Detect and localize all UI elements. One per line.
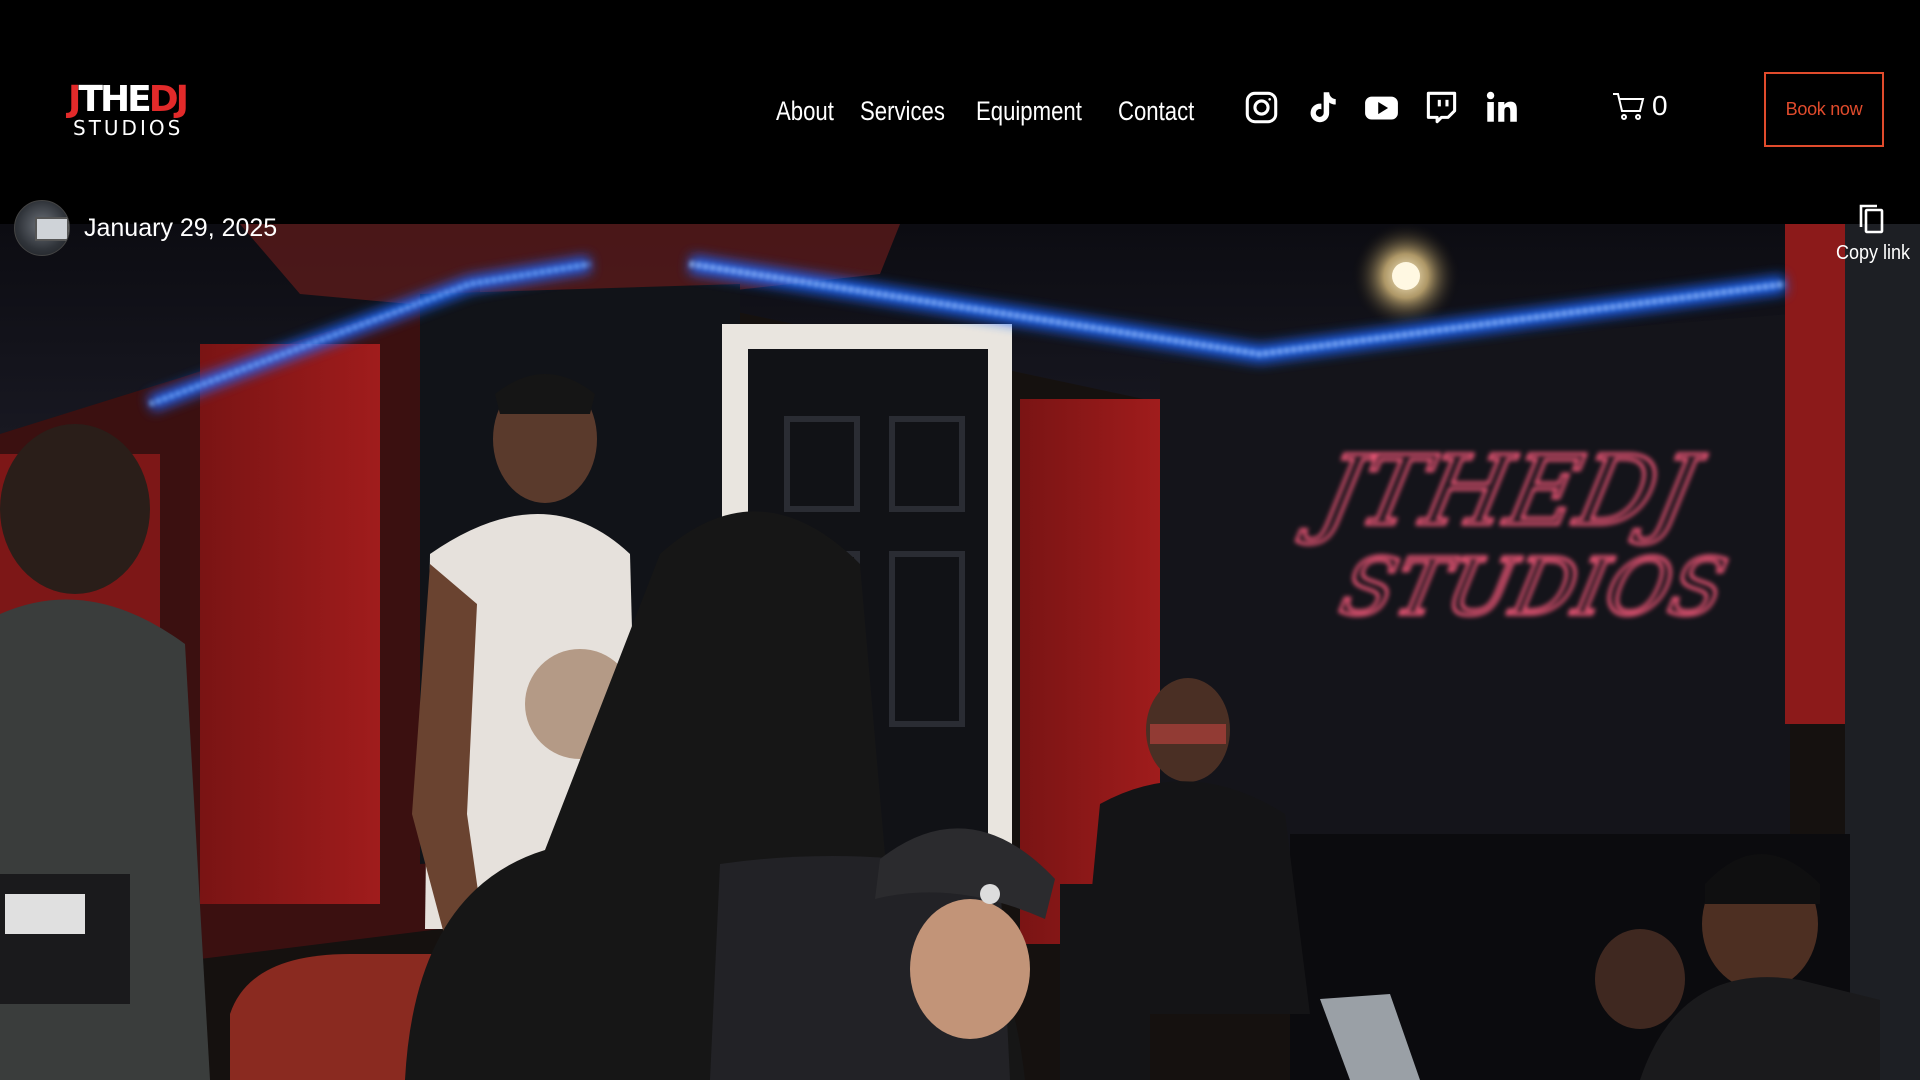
neon-sign-line1: JTHEDJ	[1295, 435, 1712, 547]
copy-icon	[1859, 204, 1884, 234]
studio-scene-image: JTHEDJ STUDIOS	[0, 224, 1920, 1080]
cart-button[interactable]: 0	[1612, 90, 1668, 122]
author-avatar[interactable]	[14, 200, 70, 256]
book-now-button[interactable]: Book now	[1764, 72, 1884, 147]
site-header: JTHEDJ STUDIOS About Services Equipment …	[0, 0, 1920, 224]
nav-contact[interactable]: Contact	[1118, 96, 1194, 127]
site-logo[interactable]: JTHEDJ STUDIOS	[68, 80, 216, 142]
instagram-icon[interactable]	[1244, 90, 1279, 125]
copy-link-label: Copy link	[1836, 242, 1911, 264]
copy-link-button[interactable]: Copy link	[1832, 202, 1912, 265]
cart-count: 0	[1652, 90, 1668, 121]
hero-video[interactable]: JTHEDJ STUDIOS	[0, 224, 1920, 1080]
tiktok-icon[interactable]	[1304, 90, 1339, 125]
youtube-icon[interactable]	[1364, 90, 1399, 125]
post-date: January 29, 2025	[84, 213, 278, 242]
logo-subtitle: STUDIOS	[73, 116, 184, 140]
nav-about[interactable]: About	[776, 96, 834, 127]
social-links	[1244, 90, 1519, 125]
logo-wordmark: JTHEDJ	[68, 79, 189, 120]
nav-equipment[interactable]: Equipment	[976, 96, 1082, 127]
main-nav: About Services Equipment Contact	[776, 88, 1201, 134]
twitch-icon[interactable]	[1424, 90, 1459, 125]
nav-services[interactable]: Services	[860, 96, 945, 127]
post-meta: January 29, 2025	[14, 200, 277, 256]
cart-icon	[1613, 93, 1645, 120]
neon-sign-line2: STUDIOS	[1333, 542, 1734, 633]
linkedin-icon[interactable]	[1484, 90, 1519, 125]
